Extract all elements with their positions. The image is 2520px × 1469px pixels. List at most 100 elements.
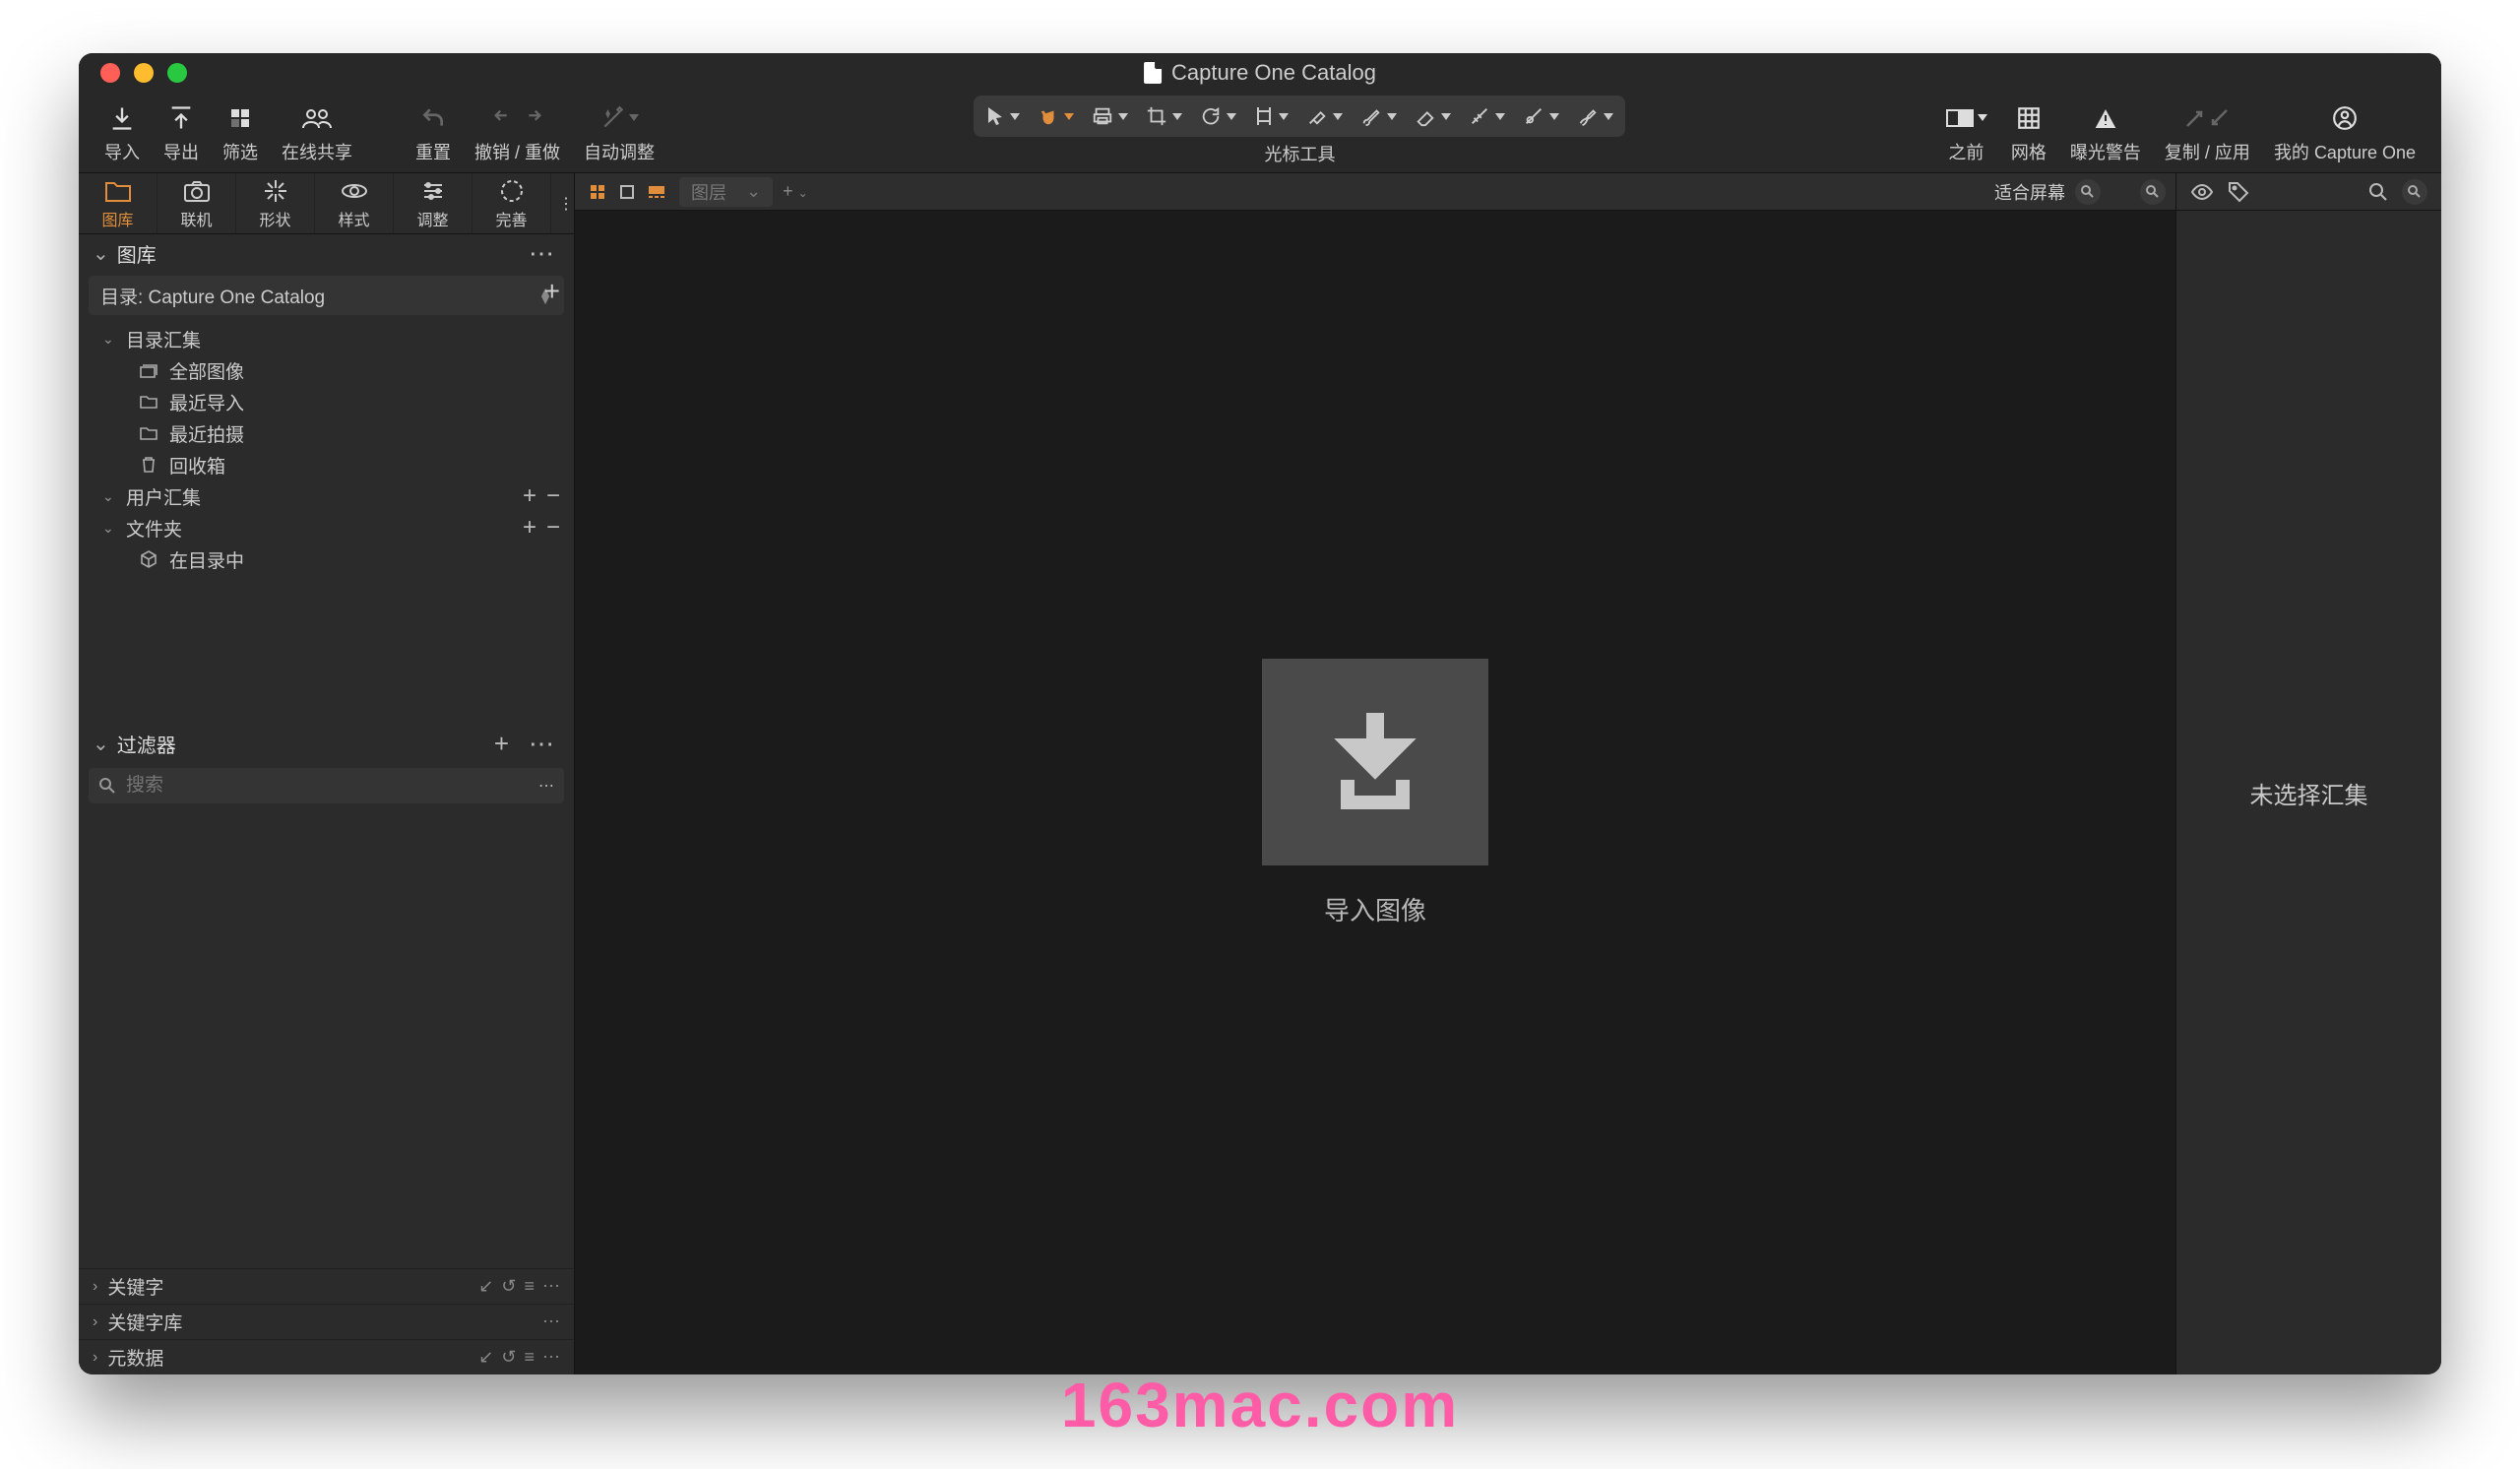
tab-refine[interactable]: 完善 (472, 173, 551, 233)
auto-adjust-button[interactable]: 自动调整 (572, 93, 666, 172)
catalog-collections-header[interactable]: ⌄目录汇集 (79, 323, 574, 354)
folders-header[interactable]: ⌄文件夹+− (79, 512, 574, 543)
eye-icon[interactable] (2190, 183, 2214, 201)
user-collections-header[interactable]: ⌄用户汇集+− (79, 480, 574, 512)
zoom-label[interactable]: 适合屏幕 (1994, 179, 2065, 205)
copy-apply-button[interactable]: 复制 / 应用 (2153, 93, 2262, 172)
keywords-panel-header[interactable]: ›关键字↙↺≡⋯ (79, 1268, 574, 1304)
import-button[interactable]: 导入 (93, 93, 152, 172)
cursor-toolbar (974, 96, 1625, 137)
tab-library[interactable]: 图库 (79, 173, 158, 233)
keyword-library-panel-header[interactable]: ›关键字库⋯ (79, 1304, 574, 1339)
export-button[interactable]: 导出 (152, 93, 211, 172)
metadata-panel-header[interactable]: ›元数据↙↺≡⋯ (79, 1339, 574, 1374)
view-grid-button[interactable] (585, 181, 610, 203)
tree-item-recent-imports[interactable]: 最近导入 (79, 386, 574, 417)
zoom-right-button[interactable] (2402, 179, 2427, 205)
panel-menu-button[interactable]: ⋯ (523, 238, 560, 269)
add-filter-button[interactable]: + (488, 729, 515, 759)
more-icon[interactable]: ⋯ (542, 1347, 560, 1368)
chevron-down-icon: ⌄ (93, 241, 109, 266)
search-icon (98, 777, 116, 795)
zoom-search-left[interactable] (2075, 179, 2101, 205)
before-after-button[interactable]: 之前 (1933, 93, 1999, 172)
close-window-button[interactable] (100, 63, 120, 83)
add-catalog-button[interactable]: + (544, 276, 560, 307)
window-title-text: Capture One Catalog (1171, 60, 1376, 86)
brush-tool[interactable] (1360, 105, 1397, 127)
filter-panel-header[interactable]: ⌄ 过滤器 + ⋯ (79, 725, 574, 762)
list-icon[interactable]: ≡ (524, 1347, 535, 1368)
keystone-tool[interactable] (1254, 105, 1289, 127)
warning-icon (2092, 101, 2119, 135)
filter-menu-button[interactable]: ⋯ (523, 729, 560, 759)
dashed-circle-icon (499, 177, 525, 205)
crop-tool[interactable] (1146, 105, 1182, 127)
view-split-button[interactable] (644, 181, 669, 203)
hand-tool[interactable] (1038, 105, 1074, 127)
tab-shape[interactable]: 形状 (236, 173, 315, 233)
chevron-down-icon: ⌄ (93, 732, 109, 756)
tree-item-recent-captures[interactable]: 最近拍摄 (79, 417, 574, 449)
filter-search-input[interactable] (126, 775, 554, 797)
import-images-button[interactable] (1262, 659, 1488, 865)
people-icon (301, 101, 333, 135)
viewer-area: 图层 ⌄ + ⌄ 适合屏幕 导入图像 (575, 173, 2175, 1374)
fullscreen-window-button[interactable] (167, 63, 187, 83)
share-button[interactable]: 在线共享 (270, 93, 364, 172)
erase-tool[interactable] (1415, 105, 1451, 127)
add-layer-button[interactable]: + ⌄ (783, 181, 808, 202)
import-images-label: 导入图像 (1324, 891, 1426, 927)
pin-icon[interactable]: ↙ (478, 1347, 493, 1368)
gradient-tool[interactable] (1469, 105, 1505, 127)
reset-small-icon[interactable]: ↺ (501, 1347, 516, 1368)
wand-icon (600, 101, 639, 135)
reset-small-icon[interactable]: ↺ (501, 1276, 516, 1297)
tab-adjust[interactable]: 调整 (394, 173, 472, 233)
filter-search-options[interactable]: ⋯ (538, 776, 554, 796)
tag-icon[interactable] (2228, 181, 2249, 203)
print-tool[interactable] (1092, 106, 1128, 126)
style-brush-tool[interactable] (1577, 105, 1613, 127)
tab-style[interactable]: 样式 (315, 173, 394, 233)
tab-tether[interactable]: 联机 (158, 173, 236, 233)
remove-user-collection-button[interactable]: − (546, 482, 560, 510)
catalog-selector[interactable]: 目录: Capture One Catalog ▲▼ (89, 276, 564, 315)
viewer-toolbar: 图层 ⌄ + ⌄ 适合屏幕 (575, 173, 2175, 211)
radial-tool[interactable] (1523, 105, 1559, 127)
list-icon[interactable]: ≡ (524, 1276, 535, 1297)
import-icon (108, 101, 136, 135)
window-title: Capture One Catalog (1144, 60, 1376, 86)
zoom-search-right[interactable] (2140, 179, 2166, 205)
pointer-tool[interactable] (985, 105, 1020, 127)
pin-icon[interactable]: ↙ (478, 1276, 493, 1297)
add-folder-button[interactable]: + (523, 514, 536, 542)
view-single-button[interactable] (614, 181, 640, 203)
tree-item-in-catalog[interactable]: 在目录中 (79, 543, 574, 575)
user-icon (2332, 101, 2358, 135)
exposure-warning-button[interactable]: 曝光警告 (2058, 93, 2153, 172)
more-icon[interactable]: ⋯ (542, 1311, 560, 1332)
reset-button[interactable]: 重置 (404, 93, 463, 172)
rotate-tool[interactable] (1200, 105, 1236, 127)
library-panel-header[interactable]: ⌄ 图库 ⋯ (79, 234, 574, 272)
tree-item-all-images[interactable]: 全部图像 (79, 354, 574, 386)
tree-item-trash[interactable]: 回收箱 (79, 449, 574, 480)
minimize-window-button[interactable] (134, 63, 154, 83)
filter-search-field[interactable]: ⋯ (89, 768, 564, 803)
cull-icon (228, 101, 252, 135)
more-icon[interactable]: ⋯ (542, 1276, 560, 1297)
remove-folder-button[interactable]: − (546, 514, 560, 542)
layer-selector[interactable]: 图层 ⌄ (679, 177, 773, 207)
right-toolbar (2176, 173, 2441, 211)
titlebar: Capture One Catalog (79, 53, 2441, 93)
heal-tool[interactable] (1306, 105, 1343, 127)
cull-button[interactable]: 筛选 (211, 93, 270, 172)
cube-icon (138, 550, 159, 568)
grid-button[interactable]: 网格 (1999, 93, 2058, 172)
undo-redo-button[interactable]: 撤销 / 重做 (463, 93, 572, 172)
right-panel: 未选择汇集 (2175, 173, 2441, 1374)
search-right-button[interactable] (2368, 182, 2388, 202)
add-user-collection-button[interactable]: + (523, 482, 536, 510)
account-button[interactable]: 我的 Capture One (2262, 93, 2427, 172)
